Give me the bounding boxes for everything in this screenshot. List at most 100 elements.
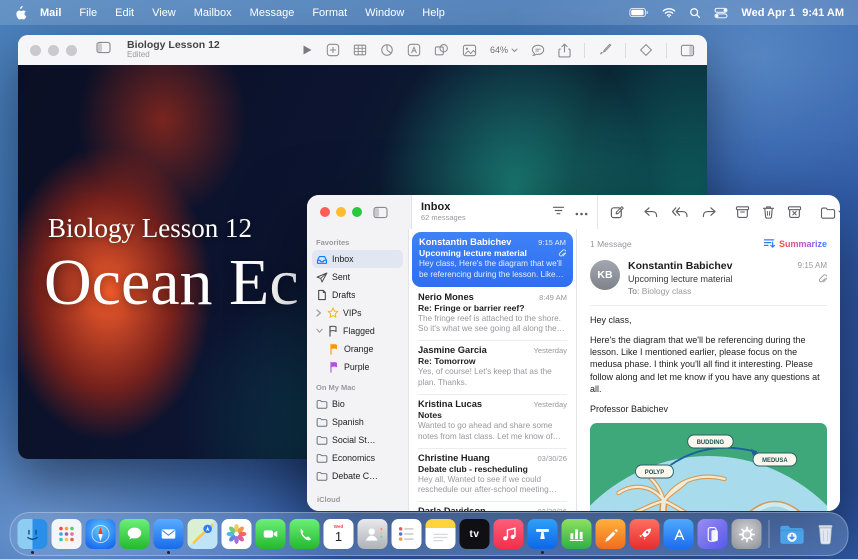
dock-trash-icon[interactable]: [811, 519, 841, 549]
recipient-name[interactable]: Biology class: [642, 286, 692, 296]
menu-item-message[interactable]: Message: [241, 7, 304, 19]
dock-tv-icon[interactable]: tv: [460, 519, 490, 549]
shape-button[interactable]: [434, 43, 449, 57]
wifi-icon[interactable]: [662, 7, 676, 18]
message-row[interactable]: Darla Davidson03/30/26Tomorrow's classAs…: [409, 501, 576, 511]
drafts-icon: [316, 289, 328, 301]
compose-button[interactable]: [610, 205, 625, 220]
close-button[interactable]: [30, 45, 41, 56]
text-button[interactable]: [407, 43, 421, 57]
sidebar-item-label: Economics: [332, 453, 375, 463]
comment-button[interactable]: [531, 44, 545, 57]
menu-item-help[interactable]: Help: [413, 7, 454, 19]
zoom-button[interactable]: [352, 207, 362, 217]
dock-launchpad-icon[interactable]: [52, 519, 82, 549]
mail-titlebar-controls[interactable]: [307, 195, 412, 229]
message-preview: Yes, of course! Let's keep that as the p…: [418, 367, 567, 389]
dock-messages-icon[interactable]: [120, 519, 150, 549]
message-row[interactable]: Konstantin Babichev9:15 AMUpcoming lectu…: [412, 232, 573, 287]
control-center-icon[interactable]: [714, 7, 728, 19]
dock-downloads-icon[interactable]: [777, 519, 807, 549]
apple-menu-icon[interactable]: [14, 5, 27, 20]
dock-phone-icon[interactable]: [290, 519, 320, 549]
dock-finder-icon[interactable]: [18, 519, 48, 549]
dock-keynote-icon[interactable]: [528, 519, 558, 549]
dock-maps-icon[interactable]: [188, 519, 218, 549]
sidebar-item-debate-c-[interactable]: Debate C…: [312, 467, 403, 485]
dock-reminders-icon[interactable]: [392, 519, 422, 549]
minimize-button[interactable]: [336, 207, 346, 217]
dock-photos-icon[interactable]: [222, 519, 252, 549]
dock-numbers-icon[interactable]: [562, 519, 592, 549]
menu-item-mail[interactable]: Mail: [31, 7, 70, 19]
dock-app-store-icon[interactable]: [664, 519, 694, 549]
dock-pages-icon[interactable]: [596, 519, 626, 549]
sidebar-item-orange[interactable]: Orange: [312, 340, 403, 358]
summarize-button[interactable]: Summarize: [763, 238, 827, 249]
dock-facetime-icon[interactable]: [256, 519, 286, 549]
dock-rocket-icon[interactable]: [630, 519, 660, 549]
share-button[interactable]: [558, 43, 571, 58]
message-row[interactable]: Nerio Mones8:49 AMRe: Fringe or barrier …: [409, 287, 576, 341]
menu-item-mailbox[interactable]: Mailbox: [185, 7, 241, 19]
sidebar-item-social-st-[interactable]: Social St…: [312, 431, 403, 449]
dock-music-icon[interactable]: [494, 519, 524, 549]
animate-button[interactable]: [639, 43, 653, 57]
document-button[interactable]: [680, 44, 695, 57]
sidebar-item-vips[interactable]: VIPs: [312, 304, 403, 322]
sidebar-item-sent[interactable]: Sent: [312, 268, 403, 286]
junk-button[interactable]: [787, 205, 802, 219]
dock-calendar-icon[interactable]: Wed1: [324, 519, 354, 549]
folder-icon: [316, 471, 328, 481]
zoom-control[interactable]: 64%: [490, 45, 518, 55]
sidebar-item-purple[interactable]: Purple: [312, 358, 403, 376]
menu-item-view[interactable]: View: [143, 7, 185, 19]
menu-item-format[interactable]: Format: [303, 7, 356, 19]
more-button[interactable]: [575, 203, 588, 221]
dock-iphone-mirroring-icon[interactable]: [698, 519, 728, 549]
menu-item-edit[interactable]: Edit: [106, 7, 143, 19]
sidebar-toggle-icon[interactable]: [373, 206, 388, 219]
filter-button[interactable]: [552, 203, 565, 221]
close-button[interactable]: [320, 207, 330, 217]
reply-all-button[interactable]: [671, 206, 689, 219]
add-slide-button[interactable]: [326, 43, 340, 57]
sidebar-item-drafts[interactable]: Drafts: [312, 286, 403, 304]
sidebar-toggle-icon[interactable]: [96, 41, 111, 59]
reply-button[interactable]: [643, 206, 659, 219]
move-to-folder-button[interactable]: [820, 206, 840, 219]
sidebar-item-spanish[interactable]: Spanish: [312, 413, 403, 431]
message-row[interactable]: Christine Huang03/30/26Debate club - res…: [409, 448, 576, 502]
sidebar-icloud-label[interactable]: iCloud: [317, 495, 340, 504]
menu-item-file[interactable]: File: [70, 7, 106, 19]
battery-icon[interactable]: [629, 6, 649, 19]
message-row[interactable]: Jasmine GarciaYesterdayRe: TomorrowYes, …: [409, 340, 576, 394]
menubar-date[interactable]: Wed Apr 1: [741, 7, 795, 19]
chevron-down-icon[interactable]: [316, 328, 323, 334]
dock-contacts-icon[interactable]: [358, 519, 388, 549]
forward-button[interactable]: [701, 206, 717, 219]
menu-item-window[interactable]: Window: [356, 7, 413, 19]
sidebar-item-inbox[interactable]: Inbox: [312, 250, 403, 268]
zoom-button[interactable]: [66, 45, 77, 56]
chart-button[interactable]: [380, 43, 394, 57]
archive-button[interactable]: [735, 205, 750, 219]
chevron-right-icon[interactable]: [316, 309, 323, 317]
dock-notes-icon[interactable]: [426, 519, 456, 549]
dock-mail-icon[interactable]: [154, 519, 184, 549]
keynote-titlebar[interactable]: Biology Lesson 12 Edited 64%: [18, 35, 707, 66]
play-button[interactable]: [301, 44, 313, 56]
media-button[interactable]: [462, 44, 477, 57]
dock-safari-icon[interactable]: [86, 519, 116, 549]
dock-settings-icon[interactable]: [732, 519, 762, 549]
trash-button[interactable]: [762, 205, 775, 219]
minimize-button[interactable]: [48, 45, 59, 56]
sidebar-item-economics[interactable]: Economics: [312, 449, 403, 467]
spotlight-icon[interactable]: [689, 7, 701, 19]
sidebar-item-bio[interactable]: Bio: [312, 395, 403, 413]
message-row[interactable]: Kristina LucasYesterdayNotesWanted to go…: [409, 394, 576, 448]
format-brush-button[interactable]: [598, 43, 612, 57]
sidebar-item-flagged[interactable]: Flagged: [312, 322, 403, 340]
folder-icon: [316, 417, 328, 427]
table-button[interactable]: [353, 43, 367, 57]
